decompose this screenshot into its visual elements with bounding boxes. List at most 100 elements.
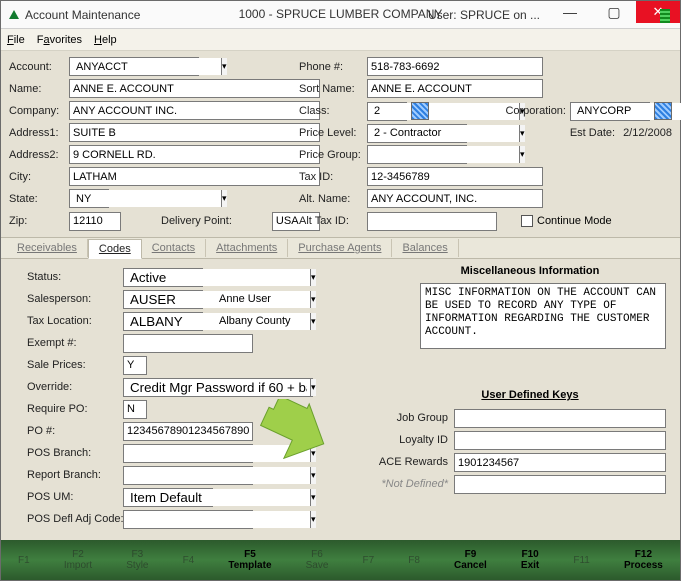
tab-codes[interactable]: Codes bbox=[88, 239, 142, 259]
menubar: File Favorites Help bbox=[1, 29, 680, 51]
tab-receivables[interactable]: Receivables bbox=[7, 239, 88, 257]
class-input[interactable] bbox=[371, 103, 519, 120]
posbranch-input[interactable] bbox=[127, 445, 310, 462]
tab-contacts[interactable]: Contacts bbox=[142, 239, 206, 257]
chevron-down-icon[interactable]: ▾ bbox=[221, 190, 227, 207]
posum-input[interactable] bbox=[127, 489, 310, 506]
pricegroup-input[interactable] bbox=[371, 146, 519, 163]
chevron-down-icon[interactable]: ▾ bbox=[221, 58, 227, 75]
pricelevel-input[interactable] bbox=[371, 125, 519, 142]
ace-rewards-input[interactable] bbox=[454, 453, 666, 472]
posum-label: POS UM: bbox=[27, 487, 119, 507]
saleprices-input[interactable] bbox=[123, 356, 147, 375]
tab-attachments[interactable]: Attachments bbox=[206, 239, 288, 257]
state-input[interactable] bbox=[73, 190, 221, 207]
f2-key[interactable]: F2Import bbox=[64, 549, 92, 571]
class-field[interactable]: ▾ bbox=[367, 102, 407, 121]
address2-label: Address2: bbox=[9, 145, 65, 165]
estdate-label: Est Date: bbox=[570, 123, 615, 143]
f3-key[interactable]: F3Style bbox=[126, 549, 148, 571]
chevron-down-icon[interactable]: ▾ bbox=[310, 313, 316, 330]
pricelevel-field[interactable]: ▾ bbox=[367, 124, 467, 143]
not-defined-input[interactable] bbox=[454, 475, 666, 494]
taxid-input[interactable] bbox=[367, 167, 543, 186]
phone-input[interactable] bbox=[367, 57, 543, 76]
account-field[interactable]: ▾ bbox=[69, 57, 199, 76]
continue-mode-checkbox[interactable]: Continue Mode bbox=[521, 215, 612, 227]
status-indicator-icon bbox=[660, 9, 670, 23]
requirepo-label: Require PO: bbox=[27, 399, 119, 419]
name-label: Name: bbox=[9, 79, 65, 99]
posdefl-input[interactable] bbox=[127, 511, 310, 528]
tab-purchase-agents[interactable]: Purchase Agents bbox=[288, 239, 392, 257]
loyalty-id-input[interactable] bbox=[454, 431, 666, 450]
corporation-field[interactable]: ▾ bbox=[570, 102, 650, 121]
exempt-input[interactable] bbox=[123, 334, 253, 353]
f12-key[interactable]: F12Process bbox=[624, 549, 663, 571]
salesperson-field[interactable]: ▾ bbox=[123, 290, 203, 309]
status-field[interactable]: ▾ bbox=[123, 268, 203, 287]
state-field[interactable]: ▾ bbox=[69, 189, 109, 208]
account-label: Account: bbox=[9, 57, 65, 77]
requirepo-input[interactable] bbox=[123, 400, 147, 419]
f1-key[interactable]: F1 bbox=[18, 555, 30, 566]
altname-input[interactable] bbox=[367, 189, 543, 208]
maximize-button[interactable]: ▢ bbox=[592, 1, 636, 23]
sortname-label: Sort Name: bbox=[299, 79, 363, 99]
menu-file[interactable]: File bbox=[7, 34, 25, 46]
city-input[interactable] bbox=[69, 167, 320, 186]
f9-key[interactable]: F9Cancel bbox=[454, 549, 487, 571]
chevron-down-icon[interactable]: ▾ bbox=[310, 467, 316, 484]
menu-help[interactable]: Help bbox=[94, 34, 117, 46]
chevron-down-icon[interactable]: ▾ bbox=[310, 269, 316, 286]
corporation-lookup-icon[interactable] bbox=[654, 102, 672, 120]
f4-key[interactable]: F4 bbox=[183, 555, 195, 566]
taxlocation-name: Albany County bbox=[219, 315, 291, 327]
name-input[interactable] bbox=[69, 79, 320, 98]
tab-balances[interactable]: Balances bbox=[392, 239, 458, 257]
override-input[interactable] bbox=[127, 379, 310, 396]
status-label: Status: bbox=[27, 267, 119, 287]
sortname-input[interactable] bbox=[367, 79, 543, 98]
chevron-down-icon[interactable]: ▾ bbox=[310, 445, 316, 462]
status-input[interactable] bbox=[127, 269, 310, 286]
zip-input[interactable] bbox=[69, 212, 121, 231]
f7-key[interactable]: F7 bbox=[363, 555, 375, 566]
posdefl-field[interactable]: ▾ bbox=[123, 510, 253, 529]
titlebar: Account Maintenance 1000 - SPRUCE LUMBER… bbox=[1, 1, 680, 29]
address2-input[interactable] bbox=[69, 145, 320, 164]
f6-key[interactable]: F6Save bbox=[306, 549, 329, 571]
minimize-button[interactable]: — bbox=[548, 1, 592, 23]
address1-input[interactable] bbox=[69, 123, 320, 142]
company-input[interactable] bbox=[69, 101, 320, 120]
job-group-input[interactable] bbox=[454, 409, 666, 428]
posbranch-field[interactable]: ▾ bbox=[123, 444, 253, 463]
reportbranch-input[interactable] bbox=[127, 467, 310, 484]
chevron-down-icon[interactable]: ▾ bbox=[310, 511, 316, 528]
pono-input[interactable] bbox=[123, 422, 253, 441]
account-input[interactable] bbox=[73, 58, 221, 75]
corporation-label: Corporation: bbox=[505, 101, 566, 121]
chevron-down-icon[interactable]: ▾ bbox=[310, 489, 316, 506]
alttaxid-input[interactable] bbox=[367, 212, 497, 231]
chevron-down-icon[interactable]: ▾ bbox=[310, 291, 316, 308]
f8-key[interactable]: F8 bbox=[408, 555, 420, 566]
f10-key[interactable]: F10Exit bbox=[521, 549, 539, 571]
f5-key[interactable]: F5Template bbox=[228, 549, 271, 571]
misc-info-textarea[interactable]: MISC INFORMATION ON THE ACCOUNT CAN BE U… bbox=[420, 283, 666, 349]
class-lookup-icon[interactable] bbox=[411, 102, 429, 120]
misc-info-title: Miscellaneous Information bbox=[420, 265, 640, 277]
chevron-down-icon[interactable]: ▾ bbox=[310, 379, 316, 396]
company-label: Company: bbox=[9, 101, 65, 121]
chevron-down-icon[interactable]: ▾ bbox=[519, 125, 525, 142]
menu-favorites[interactable]: Favorites bbox=[37, 34, 82, 46]
close-button[interactable]: ✕ bbox=[636, 1, 680, 23]
posum-field[interactable]: ▾ bbox=[123, 488, 213, 507]
reportbranch-field[interactable]: ▾ bbox=[123, 466, 253, 485]
chevron-down-icon[interactable]: ▾ bbox=[519, 146, 525, 163]
override-field[interactable]: ▾ bbox=[123, 378, 313, 397]
taxlocation-field[interactable]: ▾ bbox=[123, 312, 203, 331]
f11-key[interactable]: F11 bbox=[573, 555, 590, 566]
pricegroup-field[interactable]: ▾ bbox=[367, 145, 467, 164]
codes-panel: Status: ▾ Salesperson: ▾ Anne User Tax L… bbox=[1, 259, 680, 549]
